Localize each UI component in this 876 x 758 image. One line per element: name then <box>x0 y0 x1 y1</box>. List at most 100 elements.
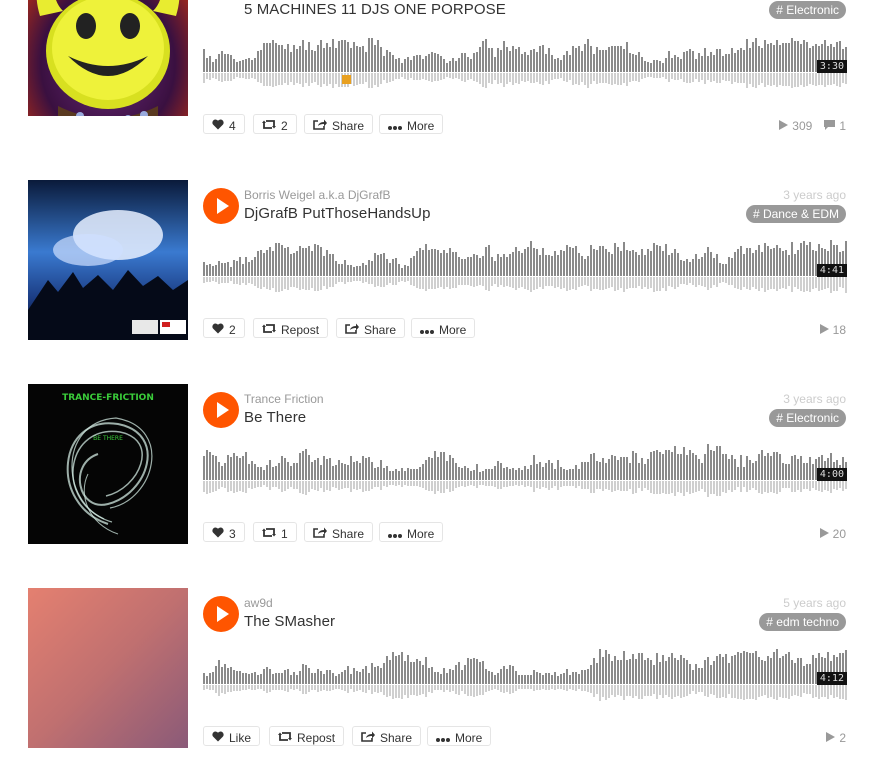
waveform[interactable] <box>203 440 847 500</box>
waveform-bar-reflection <box>275 277 277 292</box>
waveform-bar <box>788 43 790 72</box>
track-title[interactable]: 5 MACHINES 11 DJS ONE PORPOSE <box>244 1 506 18</box>
waveform-bar <box>584 259 586 276</box>
waveform-bar-reflection <box>830 73 832 85</box>
waveform-bar-reflection <box>797 277 799 289</box>
more-button[interactable]: More <box>379 114 444 134</box>
waveform-bar <box>782 43 784 72</box>
waveform-bar-reflection <box>524 685 526 689</box>
play-button[interactable] <box>203 188 239 224</box>
more-button[interactable]: More <box>411 318 476 338</box>
waveform-bar <box>461 468 463 480</box>
repost-button[interactable]: Repost <box>269 726 345 746</box>
waveform-bar <box>785 250 787 276</box>
waveform-bar <box>758 454 760 480</box>
waveform-bar-reflection <box>836 277 838 291</box>
waveform-bar <box>572 248 574 276</box>
waveform-bar <box>446 63 448 72</box>
repost-button[interactable]: 1 <box>253 522 297 542</box>
play-button[interactable] <box>203 596 239 632</box>
waveform[interactable] <box>203 32 847 92</box>
waveform-bar-reflection <box>410 481 412 486</box>
waveform-bar <box>611 455 613 480</box>
track-title[interactable]: The SMasher <box>244 613 335 630</box>
waveform-bar <box>581 256 583 276</box>
play-count[interactable]: 18 <box>833 323 846 337</box>
waveform-bar-reflection <box>671 277 673 287</box>
waveform-bar-reflection <box>797 481 799 490</box>
play-count[interactable]: 20 <box>833 527 846 541</box>
repost-button[interactable]: 2 <box>253 114 297 134</box>
repost-button[interactable]: Repost <box>253 318 329 338</box>
play-button[interactable] <box>203 392 239 428</box>
waveform-bar-reflection <box>338 73 340 87</box>
comment-avatar[interactable] <box>342 75 351 84</box>
waveform-bar-reflection <box>206 481 208 494</box>
waveform-bar <box>398 471 400 480</box>
waveform-bar <box>263 43 265 72</box>
genre-tag[interactable]: # Electronic <box>769 409 846 427</box>
waveform-bar-reflection <box>380 277 382 287</box>
track-uploader[interactable]: Trance Friction <box>244 392 324 406</box>
waveform-bar-reflection <box>785 277 787 289</box>
waveform-bar-reflection <box>824 685 826 697</box>
waveform-bar-reflection <box>677 685 679 696</box>
share-button[interactable]: Share <box>304 114 374 134</box>
track-title[interactable]: Be There <box>244 409 306 426</box>
waveform[interactable] <box>203 644 847 704</box>
comment-count[interactable]: 1 <box>839 119 846 133</box>
waveform-bar <box>389 660 391 684</box>
waveform-bar-reflection <box>707 685 709 697</box>
waveform-bar-reflection <box>605 685 607 700</box>
waveform-bar-reflection <box>434 73 436 81</box>
waveform-bar-reflection <box>710 685 712 694</box>
genre-tag[interactable]: # Dance & EDM <box>745 205 846 223</box>
waveform-bar-reflection <box>689 73 691 83</box>
waveform-bar-reflection <box>473 277 475 287</box>
like-button[interactable]: 4 <box>203 114 245 134</box>
more-button[interactable]: More <box>379 522 444 542</box>
waveform-bar <box>713 55 715 72</box>
track-artwork[interactable] <box>28 0 188 116</box>
genre-tag[interactable]: # edm techno <box>759 613 846 631</box>
share-button[interactable]: Share <box>352 726 422 746</box>
waveform-bar <box>320 465 322 480</box>
waveform[interactable] <box>203 236 847 296</box>
more-button[interactable]: More <box>427 726 492 746</box>
play-count[interactable]: 2 <box>839 731 846 745</box>
track-uploader[interactable]: Borris Weigel a.k.a DjGrafB <box>244 188 391 202</box>
like-button[interactable]: Like <box>203 726 261 746</box>
waveform-bar <box>290 52 292 72</box>
waveform-bar-reflection <box>464 685 466 694</box>
waveform-bar-reflection <box>344 277 346 284</box>
track-artwork[interactable] <box>28 180 188 340</box>
like-button[interactable]: 2 <box>203 318 245 338</box>
waveform-bar <box>662 63 664 72</box>
waveform-bar-reflection <box>572 73 574 85</box>
waveform-bar <box>734 459 736 480</box>
waveform-bar-reflection <box>257 277 259 288</box>
waveform-bar-reflection <box>272 277 274 288</box>
waveform-bar-reflection <box>296 685 298 689</box>
share-button[interactable]: Share <box>336 318 406 338</box>
track-uploader[interactable]: aw9d <box>244 596 273 610</box>
waveform-bar-reflection <box>833 481 835 489</box>
share-button[interactable]: Share <box>304 522 374 542</box>
waveform-bar <box>563 469 565 480</box>
waveform-bar-reflection <box>836 481 838 490</box>
waveform-bar <box>506 467 508 480</box>
like-button[interactable]: 3 <box>203 522 245 542</box>
track-title[interactable]: DjGrafB PutThoseHandsUp <box>244 205 431 222</box>
track-artwork[interactable]: TRANCE-FRICTION BE THERE <box>28 384 188 544</box>
play-count[interactable]: 309 <box>792 119 812 133</box>
waveform-bar-reflection <box>824 481 826 490</box>
waveform-bar <box>272 251 274 276</box>
genre-tag[interactable]: # Electronic <box>769 1 846 19</box>
waveform-bar <box>734 53 736 72</box>
waveform-bar-reflection <box>785 73 787 86</box>
waveform-bar <box>515 470 517 480</box>
waveform-bar-reflection <box>536 685 538 690</box>
waveform-bar-reflection <box>308 481 310 492</box>
track-artwork[interactable] <box>28 588 188 748</box>
waveform-bar <box>632 451 634 480</box>
